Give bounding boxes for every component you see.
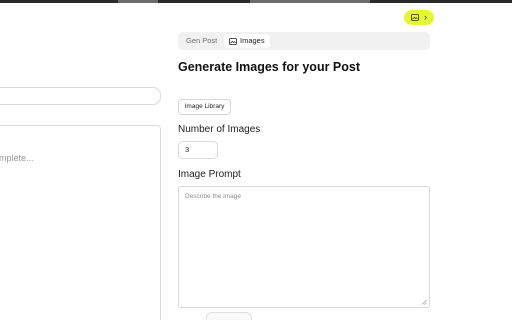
tab-images[interactable]: Images [224, 34, 270, 48]
left-panel-textarea[interactable]: mplete... [0, 125, 161, 320]
left-panel-input[interactable] [0, 87, 161, 105]
tab-bar: Gen Post Images [178, 32, 430, 50]
panel-toggle-button[interactable]: › [404, 10, 434, 25]
image-library-button[interactable]: Image Library [178, 99, 231, 115]
tab-images-label: Images [240, 36, 265, 45]
tab-gen-post[interactable]: Gen Post [186, 34, 217, 48]
left-panel-placeholder: mplete... [0, 153, 34, 163]
number-of-images-label: Number of Images [178, 124, 261, 135]
number-of-images-input[interactable]: 3 [178, 141, 218, 159]
image-icon [411, 14, 419, 21]
image-prompt-label: Image Prompt [178, 169, 241, 180]
chevron-right-icon: › [424, 12, 427, 22]
image-prompt-placeholder: Describe the image [185, 193, 241, 200]
top-bar [0, 0, 512, 3]
image-prompt-textarea[interactable]: Describe the image [178, 186, 430, 308]
image-icon [229, 38, 237, 45]
page-title: Generate Images for your Post [178, 60, 361, 74]
resize-handle-icon[interactable] [421, 299, 427, 305]
generate-button[interactable] [206, 312, 252, 320]
